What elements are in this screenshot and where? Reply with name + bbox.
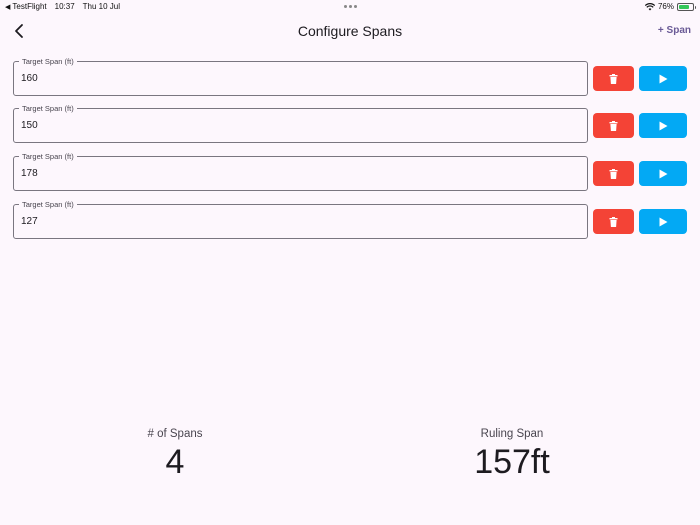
- span-count-label: # of Spans: [147, 428, 203, 440]
- target-span-input[interactable]: [21, 168, 561, 179]
- battery-icon: [677, 2, 696, 11]
- status-time: 10:37: [54, 2, 75, 11]
- battery-percent: 76%: [657, 2, 674, 11]
- span-row: Target Span (ft): [13, 57, 688, 97]
- span-row: Target Span (ft): [13, 104, 688, 144]
- multitasking-dots[interactable]: [344, 5, 357, 8]
- back-to-app-icon[interactable]: ◀: [5, 3, 10, 11]
- ruling-span-stat: Ruling Span 157ft: [437, 428, 587, 482]
- target-span-input[interactable]: [21, 216, 561, 227]
- battery-fill: [679, 4, 689, 9]
- status-date: Thu 10 Jul: [82, 2, 121, 11]
- target-span-input[interactable]: [21, 73, 561, 84]
- span-count-stat: # of Spans 4: [100, 428, 250, 482]
- play-icon: [659, 169, 667, 178]
- ruling-span-label: Ruling Span: [480, 428, 544, 440]
- page-title: Configure Spans: [297, 23, 403, 39]
- target-span-label: Target Span (ft): [19, 152, 77, 161]
- delete-span-button[interactable]: [593, 66, 634, 91]
- target-span-field[interactable]: Target Span (ft): [13, 152, 588, 191]
- status-right: 76%: [644, 2, 696, 11]
- target-span-label: Target Span (ft): [19, 57, 77, 66]
- span-count-value: 4: [165, 443, 185, 481]
- target-span-input[interactable]: [21, 120, 561, 131]
- trash-icon: [609, 216, 618, 227]
- ruling-span-value: 157ft: [474, 443, 550, 481]
- delete-span-button[interactable]: [593, 161, 634, 186]
- configure-spans-screen: ◀ TestFlight 10:37 Thu 10 Jul 76% Config…: [0, 0, 700, 525]
- play-span-button[interactable]: [639, 209, 687, 234]
- play-icon: [659, 74, 667, 83]
- play-span-button[interactable]: [639, 161, 687, 186]
- add-span-button[interactable]: + Span: [658, 25, 691, 36]
- delete-span-button[interactable]: [593, 209, 634, 234]
- wifi-icon: [644, 2, 655, 10]
- target-span-label: Target Span (ft): [19, 200, 77, 209]
- trash-icon: [609, 73, 618, 84]
- target-span-label: Target Span (ft): [19, 104, 77, 113]
- delete-span-button[interactable]: [593, 113, 634, 138]
- trash-icon: [609, 120, 618, 131]
- play-span-button[interactable]: [639, 113, 687, 138]
- status-bar: ◀ TestFlight 10:37 Thu 10 Jul 76%: [0, 0, 700, 14]
- target-span-field[interactable]: Target Span (ft): [13, 104, 588, 143]
- target-span-field[interactable]: Target Span (ft): [13, 200, 588, 239]
- span-row: Target Span (ft): [13, 152, 688, 192]
- play-span-button[interactable]: [639, 66, 687, 91]
- app-bar: Configure Spans + Span: [0, 18, 700, 44]
- span-row: Target Span (ft): [13, 200, 688, 240]
- trash-icon: [609, 168, 618, 179]
- play-icon: [659, 121, 667, 130]
- play-icon: [659, 217, 667, 226]
- status-left: ◀ TestFlight 10:37 Thu 10 Jul: [5, 2, 120, 11]
- back-app-label[interactable]: TestFlight: [12, 2, 46, 11]
- target-span-field[interactable]: Target Span (ft): [13, 57, 588, 96]
